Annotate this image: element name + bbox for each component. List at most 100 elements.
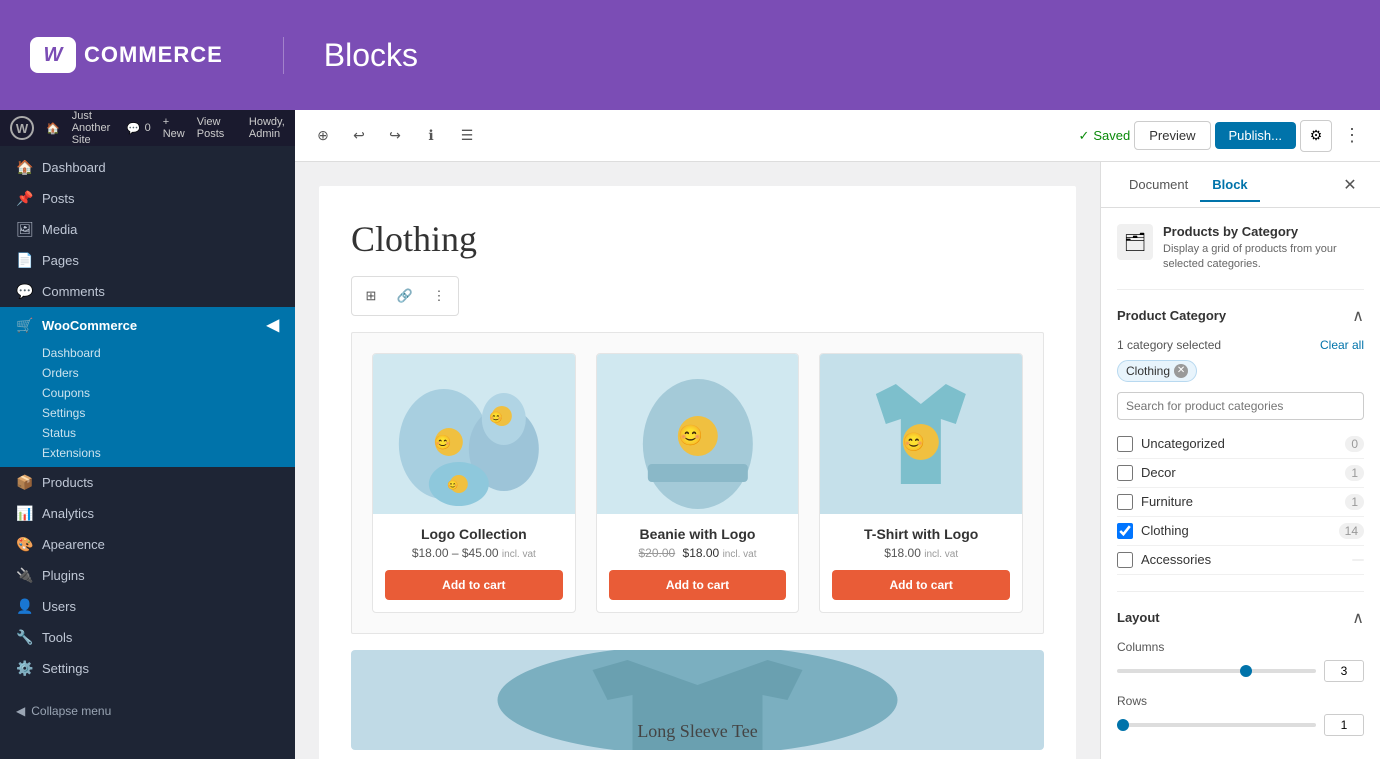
appearance-icon: 🎨: [16, 536, 34, 553]
product-name-2: Beanie with Logo: [609, 526, 787, 542]
sidebar-item-tools[interactable]: 🔧 Tools: [0, 622, 295, 653]
add-to-cart-button-3[interactable]: Add to cart: [832, 570, 1010, 600]
admin-bar-site-name[interactable]: Just Another Site: [72, 110, 115, 146]
columns-value-input[interactable]: [1324, 660, 1364, 682]
product-price-2: $20.00 $18.00 incl. vat: [609, 546, 787, 560]
products-grid: 😊 😊 😊: [351, 332, 1044, 634]
info-button[interactable]: ℹ: [415, 120, 447, 152]
product-card-1: 😊 😊 😊: [372, 353, 576, 613]
sidebar-sub-woo-coupons[interactable]: Coupons: [0, 383, 295, 403]
sidebar-sub-woo-dashboard[interactable]: Dashboard: [0, 343, 295, 363]
settings-icon: ⚙️: [16, 660, 34, 677]
add-to-cart-button-2[interactable]: Add to cart: [609, 570, 787, 600]
checkbox-accessories: Accessories: [1117, 546, 1364, 575]
block-desc-text: Display a grid of products from your sel…: [1163, 242, 1364, 273]
admin-bar-wp-icon[interactable]: W: [10, 116, 34, 140]
block-content-area: Clothing ⊞ 🔗 ⋮: [319, 186, 1076, 759]
tab-block[interactable]: Block: [1200, 169, 1259, 202]
panel-body: 🗂 Products by Category Display a grid of…: [1101, 208, 1380, 759]
layout-toggle[interactable]: ∧: [1352, 608, 1364, 628]
editor-content: Clothing ⊞ 🔗 ⋮: [295, 162, 1380, 759]
grid-view-button[interactable]: ⊞: [356, 281, 386, 311]
tab-document[interactable]: Document: [1117, 169, 1200, 202]
panel-close-button[interactable]: ✕: [1336, 171, 1364, 199]
users-icon: 👤: [16, 598, 34, 615]
block-toolbar: ⊞ 🔗 ⋮: [351, 276, 459, 316]
rows-label: Rows: [1117, 694, 1364, 708]
tools-icon: 🔧: [16, 629, 34, 646]
saved-status: ✓ Saved: [1078, 128, 1130, 144]
add-to-cart-button-1[interactable]: Add to cart: [385, 570, 563, 600]
product-info-1: Logo Collection $18.00 – $45.00 incl. va…: [373, 514, 575, 612]
collapse-icon: ◀: [16, 704, 25, 718]
undo-button[interactable]: ↩: [343, 120, 375, 152]
more-options-button[interactable]: ⋮: [1336, 120, 1368, 152]
rows-value-input[interactable]: [1324, 714, 1364, 736]
rows-control: [1117, 714, 1364, 736]
link-button[interactable]: 🔗: [390, 281, 420, 311]
admin-bar-new[interactable]: + New: [163, 116, 185, 140]
checkbox-clothing-input[interactable]: [1117, 523, 1133, 539]
preview-button[interactable]: Preview: [1134, 121, 1210, 150]
product-price-3: $18.00 incl. vat: [832, 546, 1010, 560]
main-content: W 🏠 Just Another Site 💬 0 + New View Pos…: [0, 110, 1380, 759]
checkbox-uncategorized-input[interactable]: [1117, 436, 1133, 452]
collapse-menu[interactable]: ◀ Collapse menu: [0, 694, 295, 728]
rows-thumb[interactable]: [1117, 719, 1129, 731]
block-desc-title: Products by Category: [1163, 224, 1364, 239]
layout-section-header: Layout ∧: [1117, 608, 1364, 628]
settings-toggle-button[interactable]: ⚙: [1300, 120, 1332, 152]
sidebar-item-comments[interactable]: 💬 Comments: [0, 276, 295, 307]
publish-button[interactable]: Publish...: [1215, 122, 1296, 149]
sidebar-item-pages[interactable]: 📄 Pages: [0, 245, 295, 276]
clear-all-link[interactable]: Clear all: [1320, 338, 1364, 352]
sidebar-item-analytics[interactable]: 📊 Analytics: [0, 498, 295, 529]
category-tag-clothing: Clothing ✕: [1117, 360, 1364, 392]
checkbox-decor-input[interactable]: [1117, 465, 1133, 481]
product-info-2: Beanie with Logo $20.00 $18.00 incl. vat…: [597, 514, 799, 612]
block-inserter-button[interactable]: ⊕: [307, 120, 339, 152]
block-title: Clothing: [351, 218, 1044, 260]
sidebar-item-posts[interactable]: 📌 Posts: [0, 183, 295, 214]
dashboard-icon: 🏠: [16, 159, 34, 176]
product-info-3: T-Shirt with Logo $18.00 incl. vat Add t…: [820, 514, 1022, 612]
sidebar-sub-woo-settings[interactable]: Settings: [0, 403, 295, 423]
block-description: Products by Category Display a grid of p…: [1163, 224, 1364, 273]
admin-bar-view-posts[interactable]: View Posts: [197, 116, 225, 140]
columns-thumb[interactable]: [1240, 665, 1252, 677]
sidebar-sub-woo-extensions[interactable]: Extensions: [0, 443, 295, 463]
remove-tag-button[interactable]: ✕: [1174, 364, 1188, 378]
product-category-toggle[interactable]: ∧: [1352, 306, 1364, 326]
columns-label: Columns: [1117, 640, 1364, 654]
checkbox-accessories-input[interactable]: [1117, 552, 1133, 568]
columns-slider[interactable]: [1117, 669, 1316, 673]
sidebar-item-users[interactable]: 👤 Users: [0, 591, 295, 622]
sidebar-sub-woo-orders[interactable]: Orders: [0, 363, 295, 383]
rows-row: Rows: [1117, 694, 1364, 736]
sidebar-item-media[interactable]: 🖼 Media: [0, 214, 295, 245]
sidebar-item-dashboard[interactable]: 🏠 Dashboard: [0, 152, 295, 183]
sidebar-item-products[interactable]: 📦 Products: [0, 467, 295, 498]
rows-slider[interactable]: [1117, 723, 1316, 727]
sidebar-item-appearance[interactable]: 🎨 Apearence: [0, 529, 295, 560]
admin-bar-comments[interactable]: 💬 0: [127, 122, 151, 135]
woo-logo-text: COMMERCE: [84, 42, 223, 68]
comments-icon: 💬: [16, 283, 34, 300]
redo-button[interactable]: ↪: [379, 120, 411, 152]
sidebar-item-plugins[interactable]: 🔌 Plugins: [0, 560, 295, 591]
editor-toolbar: ⊕ ↩ ↪ ℹ ☰ ✓ Saved Preview Publish... ⚙ ⋮: [295, 110, 1380, 162]
checkbox-furniture-input[interactable]: [1117, 494, 1133, 510]
list-view-button[interactable]: ☰: [451, 120, 483, 152]
checkbox-decor: Decor 1: [1117, 459, 1364, 488]
block-more-button[interactable]: ⋮: [424, 281, 454, 311]
sidebar-sub-woo-status[interactable]: Status: [0, 423, 295, 443]
product-image-3: 😊: [820, 354, 1022, 514]
product-card-3: 😊 T-Shirt with Logo $18.00 incl. vat Add…: [819, 353, 1023, 613]
product-name-1: Logo Collection: [385, 526, 563, 542]
svg-text:😊: 😊: [903, 432, 925, 452]
section-title-layout: Layout: [1117, 610, 1160, 625]
admin-bar-home[interactable]: 🏠: [46, 122, 60, 135]
sidebar-item-settings[interactable]: ⚙️ Settings: [0, 653, 295, 684]
category-search-input[interactable]: [1117, 392, 1364, 420]
sidebar-item-woocommerce[interactable]: 🛒 WooCommerce ◀: [0, 307, 295, 343]
